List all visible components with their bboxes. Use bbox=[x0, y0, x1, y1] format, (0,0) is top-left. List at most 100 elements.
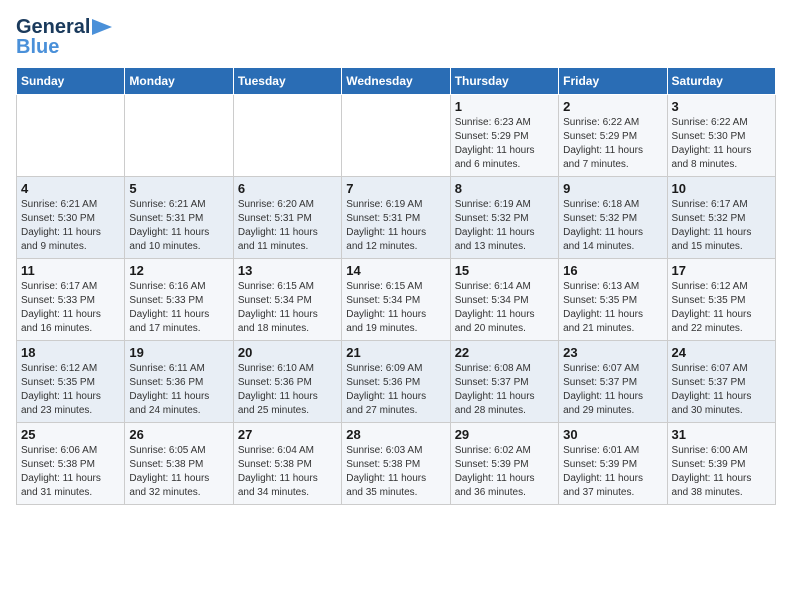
calendar-cell: 14Sunrise: 6:15 AM Sunset: 5:34 PM Dayli… bbox=[342, 259, 450, 341]
day-info: Sunrise: 6:00 AM Sunset: 5:39 PM Dayligh… bbox=[672, 444, 771, 500]
day-info: Sunrise: 6:22 AM Sunset: 5:29 PM Dayligh… bbox=[563, 116, 662, 172]
calendar-week-row: 25 Sunrise: 6:06 AM Sunset: 5:38 PM Dayli… bbox=[17, 423, 776, 505]
day-info: Sunrise: 6:10 AM Sunset: 5:36 PM Dayligh… bbox=[238, 362, 337, 418]
day-number: 25 bbox=[21, 427, 120, 442]
day-number: 13 bbox=[238, 263, 337, 278]
day-number: 14 bbox=[346, 263, 445, 278]
day-number: 1 bbox=[455, 99, 554, 114]
day-info: Sunrise: 6:17 AM Sunset: 5:33 PM Dayligh… bbox=[21, 280, 120, 336]
day-info: Sunrise: 6:07 AM Sunset: 5:37 PM Dayligh… bbox=[563, 362, 662, 418]
day-info: Sunrise: 6:12 AM Sunset: 5:35 PM Dayligh… bbox=[672, 280, 771, 336]
logo: General Blue bbox=[16, 16, 112, 59]
day-info: Sunrise: 6:09 AM Sunset: 5:36 PM Dayligh… bbox=[346, 362, 445, 418]
day-info: Sunrise: 6:11 AM Sunset: 5:36 PM Dayligh… bbox=[129, 362, 228, 418]
day-info: Sunrise: 6:04 AM Sunset: 5:38 PM Dayligh… bbox=[238, 444, 337, 500]
weekday-header-row: SundayMondayTuesdayWednesdayThursdayFrid… bbox=[17, 68, 776, 95]
calendar-cell: 17 Sunrise: 6:12 AM Sunset: 5:35 PM Dayli… bbox=[667, 259, 775, 341]
calendar-week-row: 1 Sunrise: 6:23 AM Sunset: 5:29 PM Daylig… bbox=[17, 95, 776, 177]
calendar-cell: 28Sunrise: 6:03 AM Sunset: 5:38 PM Dayli… bbox=[342, 423, 450, 505]
day-info: Sunrise: 6:07 AM Sunset: 5:37 PM Dayligh… bbox=[672, 362, 771, 418]
calendar-cell: 31 Sunrise: 6:00 AM Sunset: 5:39 PM Dayli… bbox=[667, 423, 775, 505]
day-number: 29 bbox=[455, 427, 554, 442]
calendar-cell: 12 Sunrise: 6:16 AM Sunset: 5:33 PM Dayli… bbox=[125, 259, 233, 341]
day-info: Sunrise: 6:17 AM Sunset: 5:32 PM Dayligh… bbox=[672, 198, 771, 254]
calendar-week-row: 4 Sunrise: 6:21 AM Sunset: 5:30 PM Daylig… bbox=[17, 177, 776, 259]
day-number: 9 bbox=[563, 181, 662, 196]
header: General Blue bbox=[16, 16, 776, 59]
calendar-body: 1 Sunrise: 6:23 AM Sunset: 5:29 PM Daylig… bbox=[17, 95, 776, 505]
calendar-cell: 30Sunrise: 6:01 AM Sunset: 5:39 PM Dayli… bbox=[559, 423, 667, 505]
calendar-week-row: 11 Sunrise: 6:17 AM Sunset: 5:33 PM Dayli… bbox=[17, 259, 776, 341]
day-number: 19 bbox=[129, 345, 228, 360]
calendar-cell: 27 Sunrise: 6:04 AM Sunset: 5:38 PM Dayli… bbox=[233, 423, 341, 505]
calendar-header: SundayMondayTuesdayWednesdayThursdayFrid… bbox=[17, 68, 776, 95]
weekday-header-saturday: Saturday bbox=[667, 68, 775, 95]
calendar-cell: 15 Sunrise: 6:14 AM Sunset: 5:34 PM Dayli… bbox=[450, 259, 558, 341]
calendar-cell: 18Sunrise: 6:12 AM Sunset: 5:35 PM Dayli… bbox=[17, 341, 125, 423]
calendar-cell bbox=[17, 95, 125, 177]
calendar-cell bbox=[125, 95, 233, 177]
weekday-header-sunday: Sunday bbox=[17, 68, 125, 95]
calendar-cell: 5 Sunrise: 6:21 AM Sunset: 5:31 PM Daylig… bbox=[125, 177, 233, 259]
day-info: Sunrise: 6:19 AM Sunset: 5:32 PM Dayligh… bbox=[455, 198, 554, 254]
day-number: 5 bbox=[129, 181, 228, 196]
logo-blue: Blue bbox=[16, 36, 59, 59]
day-number: 12 bbox=[129, 263, 228, 278]
day-info: Sunrise: 6:19 AM Sunset: 5:31 PM Dayligh… bbox=[346, 198, 445, 254]
day-number: 27 bbox=[238, 427, 337, 442]
calendar-cell: 19 Sunrise: 6:11 AM Sunset: 5:36 PM Dayli… bbox=[125, 341, 233, 423]
day-number: 22 bbox=[455, 345, 554, 360]
day-number: 28 bbox=[346, 427, 445, 442]
calendar-cell: 29 Sunrise: 6:02 AM Sunset: 5:39 PM Dayli… bbox=[450, 423, 558, 505]
day-number: 24 bbox=[672, 345, 771, 360]
day-info: Sunrise: 6:21 AM Sunset: 5:30 PM Dayligh… bbox=[21, 198, 120, 254]
day-info: Sunrise: 6:20 AM Sunset: 5:31 PM Dayligh… bbox=[238, 198, 337, 254]
day-number: 11 bbox=[21, 263, 120, 278]
calendar-cell: 20 Sunrise: 6:10 AM Sunset: 5:36 PM Dayli… bbox=[233, 341, 341, 423]
calendar-cell: 16 Sunrise: 6:13 AM Sunset: 5:35 PM Dayli… bbox=[559, 259, 667, 341]
day-number: 21 bbox=[346, 345, 445, 360]
day-info: Sunrise: 6:02 AM Sunset: 5:39 PM Dayligh… bbox=[455, 444, 554, 500]
day-number: 31 bbox=[672, 427, 771, 442]
calendar-cell bbox=[233, 95, 341, 177]
day-number: 8 bbox=[455, 181, 554, 196]
day-number: 16 bbox=[563, 263, 662, 278]
day-info: Sunrise: 6:15 AM Sunset: 5:34 PM Dayligh… bbox=[238, 280, 337, 336]
day-number: 20 bbox=[238, 345, 337, 360]
calendar-cell: 6Sunrise: 6:20 AM Sunset: 5:31 PM Daylig… bbox=[233, 177, 341, 259]
logo-arrow-icon bbox=[92, 19, 112, 35]
day-number: 15 bbox=[455, 263, 554, 278]
calendar-table: SundayMondayTuesdayWednesdayThursdayFrid… bbox=[16, 67, 776, 505]
calendar-cell: 25 Sunrise: 6:06 AM Sunset: 5:38 PM Dayli… bbox=[17, 423, 125, 505]
calendar-cell: 7Sunrise: 6:19 AM Sunset: 5:31 PM Daylig… bbox=[342, 177, 450, 259]
day-info: Sunrise: 6:21 AM Sunset: 5:31 PM Dayligh… bbox=[129, 198, 228, 254]
calendar-cell: 21 Sunrise: 6:09 AM Sunset: 5:36 PM Dayli… bbox=[342, 341, 450, 423]
day-number: 30 bbox=[563, 427, 662, 442]
calendar-cell: 23 Sunrise: 6:07 AM Sunset: 5:37 PM Dayli… bbox=[559, 341, 667, 423]
day-number: 17 bbox=[672, 263, 771, 278]
calendar-cell bbox=[342, 95, 450, 177]
calendar-cell: 24 Sunrise: 6:07 AM Sunset: 5:37 PM Dayli… bbox=[667, 341, 775, 423]
day-info: Sunrise: 6:16 AM Sunset: 5:33 PM Dayligh… bbox=[129, 280, 228, 336]
calendar-cell: 13 Sunrise: 6:15 AM Sunset: 5:34 PM Dayli… bbox=[233, 259, 341, 341]
day-info: Sunrise: 6:13 AM Sunset: 5:35 PM Dayligh… bbox=[563, 280, 662, 336]
calendar-cell: 1 Sunrise: 6:23 AM Sunset: 5:29 PM Daylig… bbox=[450, 95, 558, 177]
weekday-header-tuesday: Tuesday bbox=[233, 68, 341, 95]
day-number: 10 bbox=[672, 181, 771, 196]
day-number: 4 bbox=[21, 181, 120, 196]
weekday-header-thursday: Thursday bbox=[450, 68, 558, 95]
day-number: 23 bbox=[563, 345, 662, 360]
day-info: Sunrise: 6:06 AM Sunset: 5:38 PM Dayligh… bbox=[21, 444, 120, 500]
calendar-cell: 8 Sunrise: 6:19 AM Sunset: 5:32 PM Daylig… bbox=[450, 177, 558, 259]
weekday-header-wednesday: Wednesday bbox=[342, 68, 450, 95]
calendar-cell: 3Sunrise: 6:22 AM Sunset: 5:30 PM Daylig… bbox=[667, 95, 775, 177]
calendar-cell: 11 Sunrise: 6:17 AM Sunset: 5:33 PM Dayli… bbox=[17, 259, 125, 341]
weekday-header-friday: Friday bbox=[559, 68, 667, 95]
day-number: 2 bbox=[563, 99, 662, 114]
day-number: 18 bbox=[21, 345, 120, 360]
day-info: Sunrise: 6:18 AM Sunset: 5:32 PM Dayligh… bbox=[563, 198, 662, 254]
day-number: 26 bbox=[129, 427, 228, 442]
day-info: Sunrise: 6:14 AM Sunset: 5:34 PM Dayligh… bbox=[455, 280, 554, 336]
day-info: Sunrise: 6:23 AM Sunset: 5:29 PM Dayligh… bbox=[455, 116, 554, 172]
calendar-cell: 22Sunrise: 6:08 AM Sunset: 5:37 PM Dayli… bbox=[450, 341, 558, 423]
